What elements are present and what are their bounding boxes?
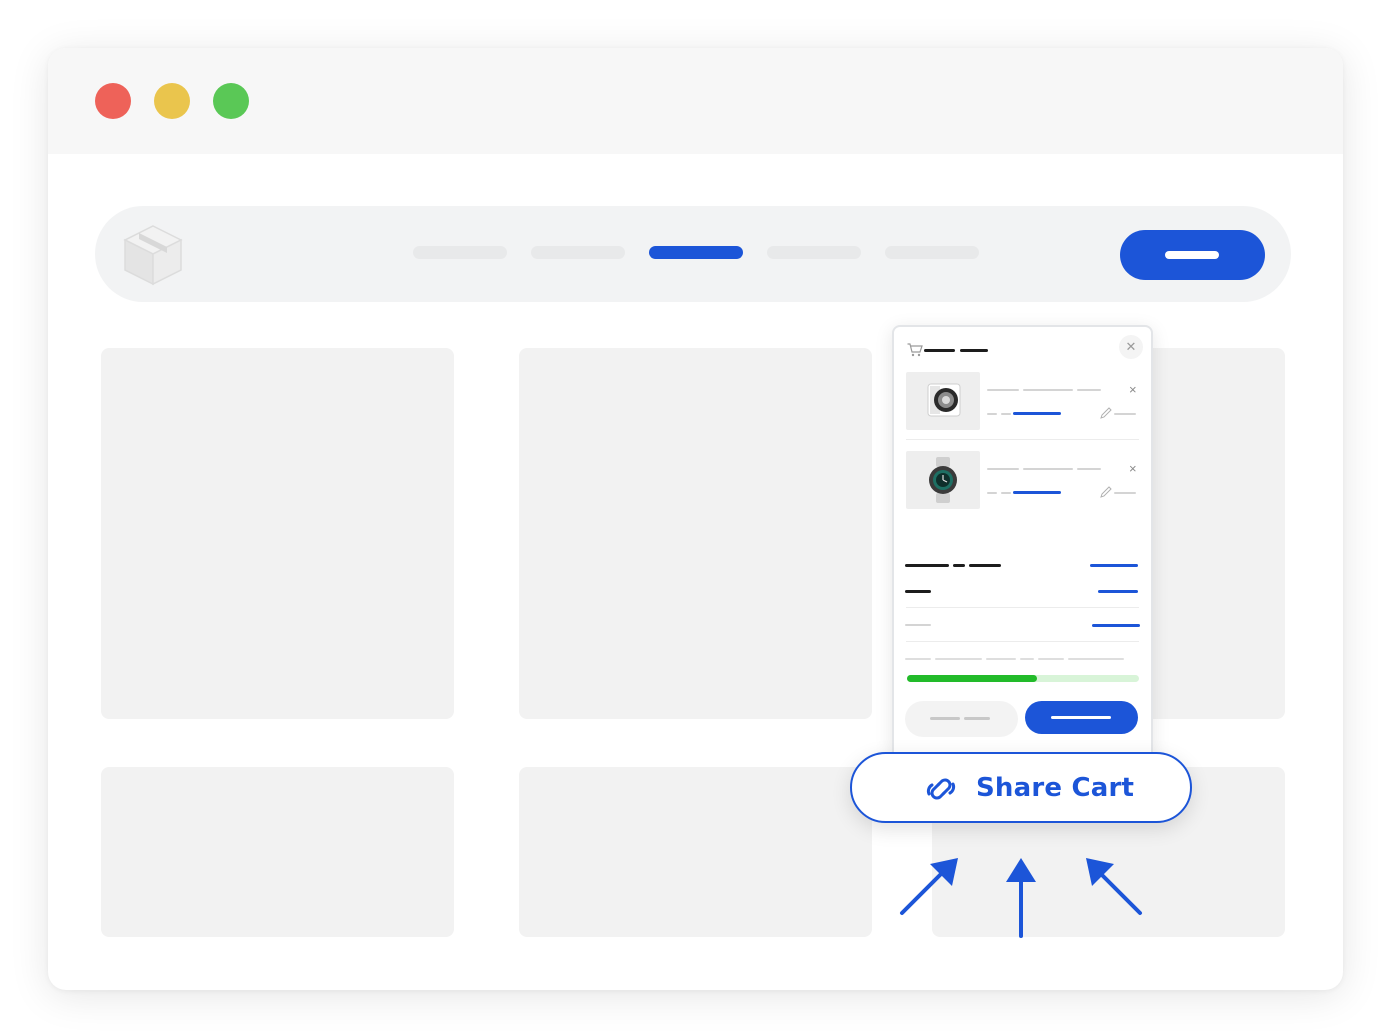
shipping-note-placeholder-1 <box>905 658 931 660</box>
totals-divider-2 <box>906 641 1139 642</box>
title-bar <box>48 48 1343 154</box>
nav-link-5[interactable] <box>885 246 979 259</box>
share-cart-label: Share Cart <box>976 773 1135 803</box>
item-2-qty-placeholder-2 <box>1001 492 1011 494</box>
minimize-window-dot[interactable] <box>154 83 190 119</box>
close-icon[interactable]: ✕ <box>1119 335 1143 359</box>
item-2-price-placeholder <box>1013 491 1061 494</box>
cart-drawer: ✕ × × <box>892 325 1153 762</box>
nav-link-1[interactable] <box>413 246 507 259</box>
item-1-name-placeholder-3 <box>1077 389 1101 391</box>
product-card-4[interactable] <box>101 767 454 937</box>
pencil-icon[interactable] <box>1099 485 1113 499</box>
item-2-name-placeholder-3 <box>1077 468 1101 470</box>
shipping-note-placeholder-4 <box>1020 658 1034 660</box>
maximize-window-dot[interactable] <box>213 83 249 119</box>
item-2-name-placeholder <box>987 468 1019 470</box>
arrow-up-icon <box>900 858 1142 938</box>
item-2-qty-placeholder <box>987 492 997 494</box>
item-1-edit-placeholder <box>1114 413 1136 415</box>
cart-count-placeholder <box>960 349 988 352</box>
item-1-price-placeholder <box>1013 412 1061 415</box>
subtotal-value-placeholder <box>1090 564 1138 567</box>
product-card-5[interactable] <box>519 767 872 937</box>
item-1-qty-placeholder <box>987 413 997 415</box>
shipping-note-placeholder-5 <box>1038 658 1064 660</box>
view-cart-label-placeholder <box>930 717 960 720</box>
view-cart-label-placeholder-2 <box>964 717 990 720</box>
pencil-icon[interactable] <box>1099 406 1113 420</box>
total-value-placeholder <box>1092 624 1140 627</box>
total-label-placeholder <box>905 624 931 626</box>
subtotal-label-placeholder-3 <box>969 564 1001 567</box>
item-1-name-placeholder-2 <box>1023 389 1073 391</box>
nav-link-3-active[interactable] <box>649 246 743 259</box>
shipping-progress-bar <box>907 675 1139 682</box>
share-cart-button[interactable]: Share Cart <box>850 752 1192 823</box>
close-window-dot[interactable] <box>95 83 131 119</box>
cart-icon <box>907 343 923 357</box>
subtotal-label-placeholder <box>905 564 949 567</box>
watch-product-image <box>906 451 980 509</box>
shipping-note-placeholder-6 <box>1068 658 1124 660</box>
shipping-note-placeholder-3 <box>986 658 1016 660</box>
nav-cta-label-placeholder <box>1165 251 1219 259</box>
shipping-note-placeholder-2 <box>935 658 982 660</box>
box-icon[interactable] <box>121 222 185 286</box>
item-1-name-placeholder <box>987 389 1019 391</box>
discount-value-placeholder <box>1098 590 1138 593</box>
view-cart-button[interactable] <box>905 701 1018 737</box>
remove-item-1-icon[interactable]: × <box>1129 383 1137 396</box>
cart-title-placeholder <box>924 349 955 352</box>
product-card-1[interactable] <box>101 348 454 719</box>
product-card-2[interactable] <box>519 348 872 719</box>
shipping-progress-fill <box>907 675 1037 682</box>
site-navbar <box>95 206 1291 302</box>
checkout-button[interactable] <box>1025 701 1138 734</box>
item-2-name-placeholder-2 <box>1023 468 1073 470</box>
nav-link-4[interactable] <box>767 246 861 259</box>
link-icon <box>926 778 956 800</box>
remove-item-2-icon[interactable]: × <box>1129 462 1137 475</box>
item-divider <box>906 439 1139 440</box>
nav-link-2[interactable] <box>531 246 625 259</box>
checkout-label-placeholder <box>1051 716 1111 719</box>
speaker-product-image <box>906 372 980 430</box>
item-2-edit-placeholder <box>1114 492 1136 494</box>
subtotal-label-placeholder-2 <box>953 564 965 567</box>
discount-label-placeholder <box>905 590 931 593</box>
item-1-qty-placeholder-2 <box>1001 413 1011 415</box>
nav-cta-button[interactable] <box>1120 230 1265 280</box>
totals-divider <box>906 607 1139 608</box>
